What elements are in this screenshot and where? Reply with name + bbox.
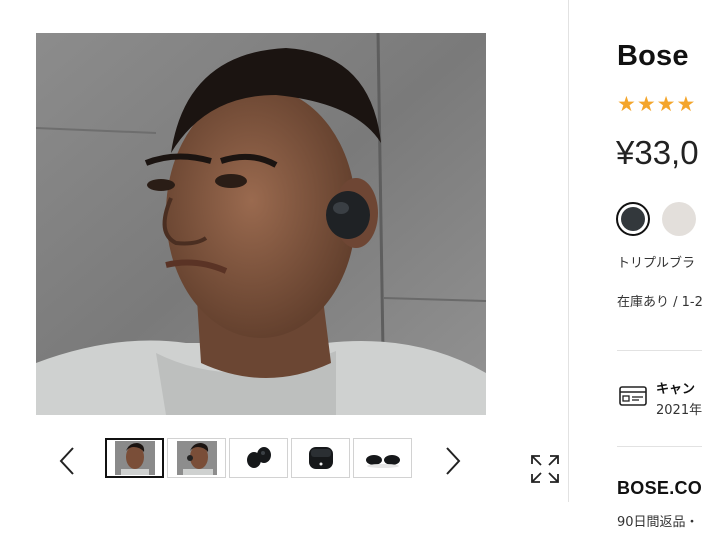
thumbnail-3[interactable] xyxy=(229,438,288,478)
star-icon: ★ xyxy=(617,92,636,116)
thumbnail-model-image xyxy=(176,441,217,475)
fullscreen-button[interactable] xyxy=(528,452,562,486)
store-title: BOSE.CO xyxy=(617,478,702,498)
chevron-right-icon xyxy=(446,447,461,475)
gallery-next-button[interactable] xyxy=(438,441,468,481)
thumbnail-earbuds-image xyxy=(239,441,279,475)
thumbnail-earbuds-side-image xyxy=(363,441,403,475)
product-main-image[interactable] xyxy=(36,33,486,415)
star-icon: ★ xyxy=(676,92,696,116)
color-swatch-white[interactable] xyxy=(662,202,696,236)
card-icon xyxy=(619,386,647,406)
star-icon: ★ xyxy=(636,92,656,116)
chevron-left-icon xyxy=(59,447,74,475)
product-price: ¥33,0 xyxy=(616,134,699,171)
divider xyxy=(617,446,702,447)
thumbnail-5[interactable] xyxy=(353,438,412,478)
stock-status: 在庫あり / 1-2 xyxy=(617,295,702,310)
rating-stars[interactable]: ★ ★ ★ ★ xyxy=(617,92,695,116)
swatch-fill xyxy=(621,207,645,231)
thumbnail-model-image xyxy=(114,441,155,475)
selected-color-name: トリプルブラ xyxy=(617,256,696,271)
column-divider xyxy=(568,0,569,502)
color-swatch-black[interactable] xyxy=(616,202,650,236)
thumbnail-1[interactable] xyxy=(105,438,164,478)
thumbnail-2[interactable] xyxy=(167,438,226,478)
product-title: Bose xyxy=(617,40,689,72)
campaign-title[interactable]: キャン xyxy=(656,378,695,397)
divider xyxy=(617,350,702,351)
gallery-prev-button[interactable] xyxy=(52,441,82,481)
campaign-date: 2021年 xyxy=(656,403,702,418)
thumbnail-case-image xyxy=(301,441,341,475)
star-icon: ★ xyxy=(656,92,676,116)
expand-icon xyxy=(531,455,559,483)
return-policy-text: 90日間返品・ xyxy=(617,515,699,530)
thumbnail-4[interactable] xyxy=(291,438,350,478)
thumbnail-strip xyxy=(105,438,412,478)
